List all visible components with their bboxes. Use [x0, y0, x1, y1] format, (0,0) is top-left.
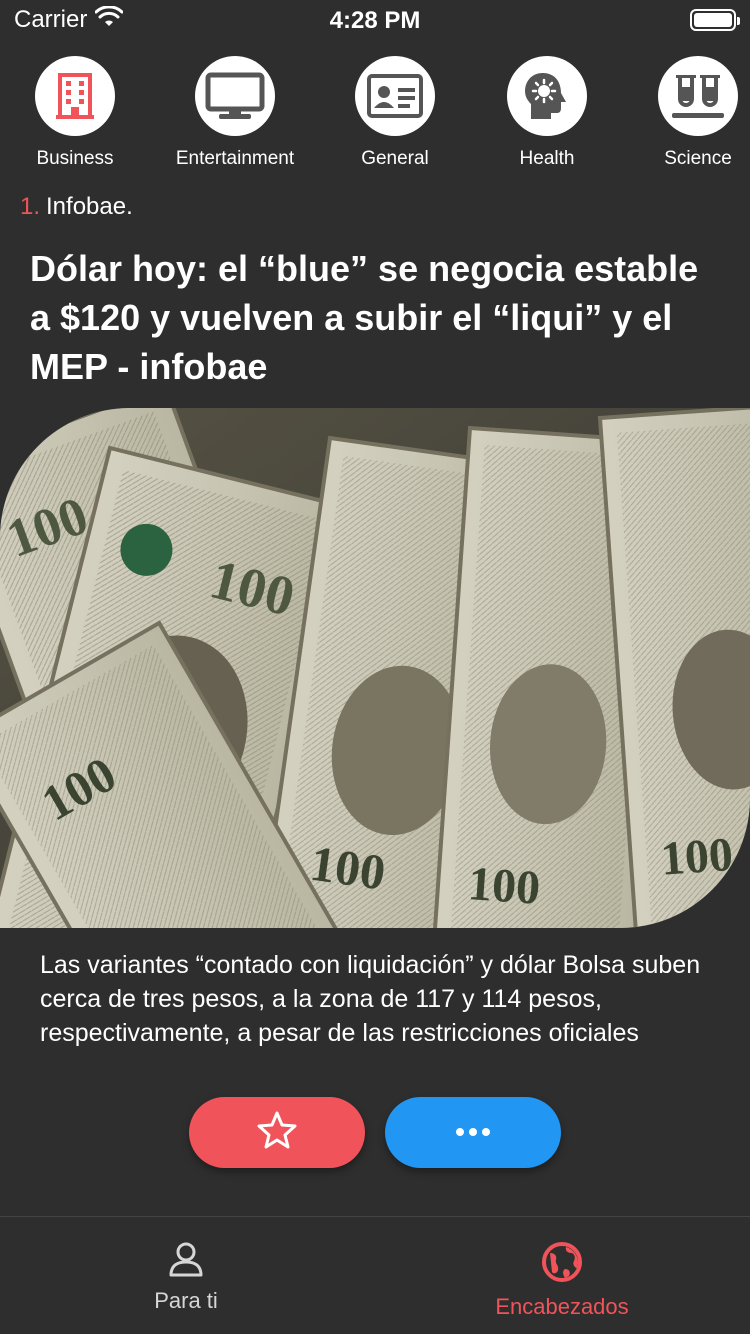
category-label: Science [664, 148, 732, 169]
user-icon [168, 1242, 204, 1281]
category-label: Entertainment [175, 148, 295, 169]
battery-icon [690, 9, 740, 31]
monitor-icon [195, 56, 275, 136]
category-bar: Business Entertainment General Health Sc… [0, 56, 750, 176]
favorite-button[interactable] [189, 1097, 365, 1168]
tab-bar: Para ti Encabezados [0, 1216, 750, 1334]
category-label: Health [519, 148, 575, 169]
tab-label: Para ti [154, 1288, 218, 1313]
test-tubes-icon [658, 56, 738, 136]
article-source: 1. Infobae. [20, 193, 133, 221]
building-icon [35, 56, 115, 136]
category-general[interactable]: General [320, 56, 470, 170]
category-entertainment[interactable]: Entertainment [160, 56, 310, 170]
article-title[interactable]: Dólar hoy: el “blue” se negocia estable … [30, 244, 720, 391]
globe-icon [541, 1242, 583, 1287]
app-screen: Carrier 4:28 PM Business Entertainment G… [0, 0, 750, 1334]
article-image[interactable]: 100 100 100 100 100 100 [0, 408, 750, 928]
article-description: Las variantes “contado con liquidación” … [40, 951, 701, 1047]
more-dots-icon [455, 1124, 491, 1142]
star-icon [257, 1111, 297, 1154]
status-bar: Carrier 4:28 PM [0, 0, 750, 40]
tab-encabezados[interactable]: Encabezados [460, 1241, 664, 1320]
category-business[interactable]: Business [0, 56, 150, 170]
category-health[interactable]: Health [472, 56, 622, 170]
status-time: 4:28 PM [329, 7, 421, 34]
head-virus-icon [507, 56, 587, 136]
dollar-bills-photo: 100 100 100 100 100 100 [0, 408, 750, 928]
category-label: Business [36, 148, 114, 169]
tab-label: Encabezados [495, 1294, 629, 1319]
more-button[interactable] [385, 1097, 561, 1168]
article-index: 1. [20, 193, 41, 220]
id-card-icon [355, 56, 435, 136]
article-source-name: Infobae. [46, 193, 133, 220]
tab-para-ti[interactable]: Para ti [130, 1241, 242, 1314]
category-science[interactable]: Science [623, 56, 750, 170]
category-label: General [361, 148, 429, 169]
